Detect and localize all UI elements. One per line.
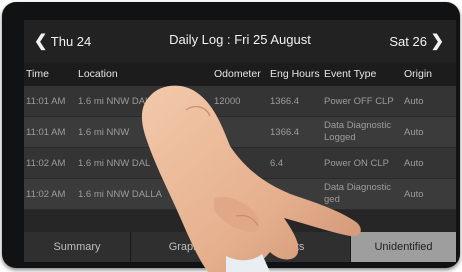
cell-odometer: 12000 bbox=[214, 96, 241, 107]
cell-origin: Auto bbox=[404, 189, 424, 200]
table-row[interactable]: 11:02 AM 1.6 mi NNW DAL 6.4 Power ON CLP… bbox=[24, 148, 456, 179]
table-row[interactable]: 11:01 AM 1.6 mi NNW 1366.4 Data Diagnost… bbox=[24, 117, 456, 148]
cell-origin: Auto bbox=[404, 127, 424, 138]
cell-time: 11:01 AM bbox=[26, 96, 66, 107]
next-day-button[interactable]: Sat 26 ❯ bbox=[389, 31, 444, 51]
daily-log-header: ❮ Thu 24 Daily Log : Fri 25 August Sat 2… bbox=[24, 20, 456, 62]
column-event-type: Event Type bbox=[324, 68, 377, 80]
cell-eng-hours: 1366.4 bbox=[270, 96, 300, 107]
cell-origin: Auto bbox=[404, 96, 424, 107]
column-eng-hours: Eng Hours bbox=[270, 68, 320, 80]
chevron-right-icon: ❯ bbox=[430, 33, 444, 50]
column-odometer: Odometer bbox=[214, 68, 261, 80]
tab-graph[interactable]: Graph bbox=[131, 232, 238, 262]
bottom-tab-bar: Summary Graph ents Unidentified bbox=[24, 232, 456, 262]
cell-eng-hours: 1366.4 bbox=[270, 127, 300, 138]
tab-unidentified[interactable]: Unidentified bbox=[351, 232, 456, 262]
cell-event-type: Power OFF CLP bbox=[324, 96, 394, 107]
cell-location: 1.6 mi NNW DALLA bbox=[78, 189, 162, 200]
table-row[interactable]: 11:01 AM 1.6 mi NNW DAL 12000 1366.4 Pow… bbox=[24, 86, 456, 117]
tab-summary[interactable]: Summary bbox=[24, 232, 131, 262]
cell-location: 1.6 mi NNW DAL bbox=[78, 158, 151, 169]
table-row[interactable]: 11:02 AM 1.6 mi NNW DALLA 12000 Data Dia… bbox=[24, 179, 456, 210]
tab-events[interactable]: ents bbox=[238, 232, 351, 262]
tablet-bezel: ❮ Thu 24 Daily Log : Fri 25 August Sat 2… bbox=[2, 2, 460, 268]
cell-time: 11:02 AM bbox=[26, 189, 66, 200]
column-origin: Origin bbox=[404, 68, 433, 80]
column-location: Location bbox=[78, 68, 118, 80]
cell-event-type: Data Diagnostic Logged bbox=[324, 120, 392, 143]
cell-eng-hours: 6.4 bbox=[270, 158, 284, 169]
table-header: Time Location Odometer Eng Hours Event T… bbox=[24, 62, 456, 86]
cell-event-type: Data Diagnostic ged bbox=[324, 182, 392, 205]
cell-origin: Auto bbox=[404, 158, 424, 169]
cell-event-type: Power ON CLP bbox=[324, 158, 389, 169]
cell-time: 11:02 AM bbox=[26, 158, 66, 169]
cell-location: 1.6 mi NNW bbox=[78, 127, 130, 138]
cell-location: 1.6 mi NNW DAL bbox=[78, 96, 151, 107]
eld-screen: ❮ Thu 24 Daily Log : Fri 25 August Sat 2… bbox=[24, 20, 456, 262]
column-time: Time bbox=[26, 68, 49, 80]
cell-time: 11:01 AM bbox=[26, 127, 66, 138]
next-day-label: Sat 26 bbox=[389, 34, 427, 49]
cell-odometer: 12000 bbox=[214, 189, 241, 200]
